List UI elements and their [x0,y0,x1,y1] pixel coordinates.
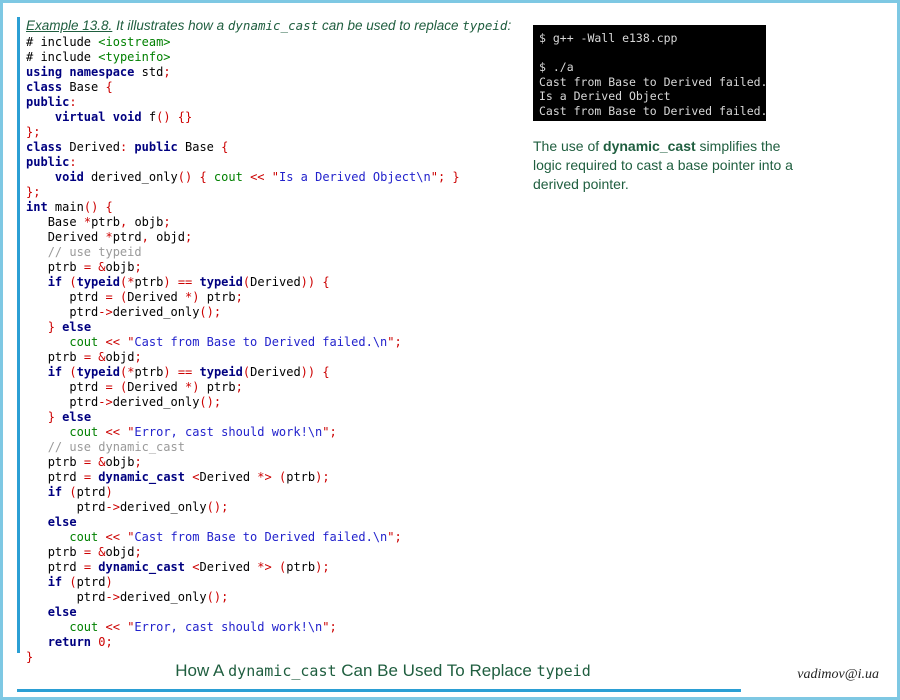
example-mono-dynamic-cast: dynamic_cast [227,18,319,33]
caption-mono-typeid: typeid [536,662,591,680]
caption-underline-rule [17,689,741,692]
caption-part1: How A [175,661,229,680]
author-watermark: vadimov@i.ua [797,667,879,682]
example-text-after: can be used to replace [318,18,463,33]
example-mono-typeid: typeid [462,18,508,33]
example-heading: Example 13.8. It illustrates how a dynam… [26,17,518,35]
example-label: Example 13.8. [26,18,113,33]
example-text-end: : [507,18,512,33]
source-code-block: # include <iostream> # include <typeinfo… [26,35,460,664]
note-bold-term: dynamic_cast [603,138,696,154]
example-text-before: It illustrates how a [112,18,228,33]
terminal-output-box: $ g++ -Wall e138.cpp $ ./a Cast from Bas… [533,25,766,121]
explanation-note: The use of dynamic_cast simplifies the l… [533,137,795,194]
figure-caption: How A dynamic_cast Can Be Used To Replac… [3,661,763,681]
code-left-rule [17,17,20,653]
note-part1: The use of [533,138,604,154]
caption-mono-dynamic-cast: dynamic_cast [228,662,337,680]
code-body: Example 13.8. It illustrates how a dynam… [26,17,518,665]
caption-part2: Can Be Used To Replace [336,661,537,680]
slide-root: Example 13.8. It illustrates how a dynam… [0,0,900,700]
terminal-text: $ g++ -Wall e138.cpp $ ./a Cast from Bas… [539,31,766,121]
